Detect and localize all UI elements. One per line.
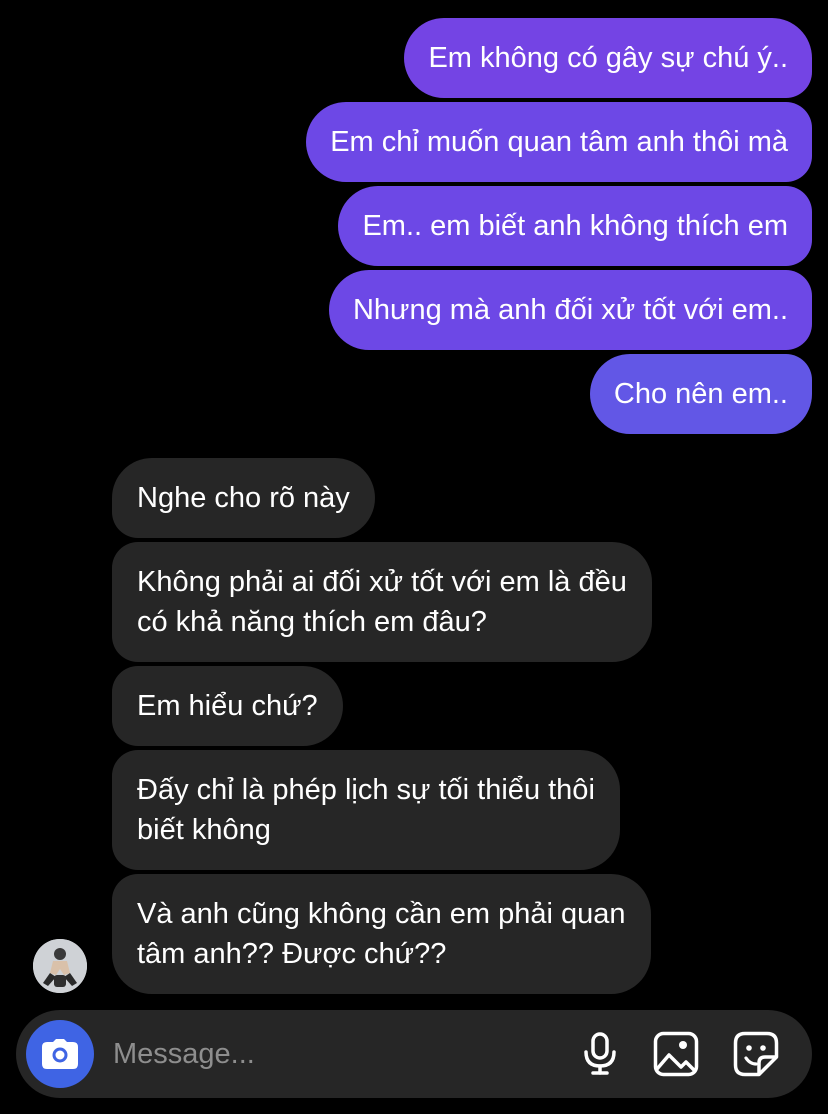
sent-message[interactable]: Em không có gây sự chú ý.. xyxy=(404,18,812,98)
sticker-button[interactable] xyxy=(732,1030,780,1078)
message-text-line: Không phải ai đối xử tốt với em là đều xyxy=(137,566,627,598)
message-text-line: tâm anh?? Được chứ?? xyxy=(137,938,447,970)
camera-icon xyxy=(42,1039,78,1069)
message-text-line: Đấy chỉ là phép lịch sự tối thiểu thôi xyxy=(137,774,595,806)
message-text: Em.. em biết anh không thích em xyxy=(362,210,788,242)
message-text-line: có khả năng thích em đâu? xyxy=(137,606,487,638)
sent-message[interactable]: Em chỉ muốn quan tâm anh thôi mà xyxy=(306,102,812,182)
message-text-line: Và anh cũng không cần em phải quan xyxy=(137,898,626,930)
message-text: Em hiểu chứ? xyxy=(137,690,318,722)
sticker-icon xyxy=(733,1031,779,1077)
sent-message[interactable]: Nhưng mà anh đối xử tốt với em.. xyxy=(328,270,812,350)
received-message[interactable]: Em hiểu chứ? xyxy=(112,666,343,746)
message-composer: Message... xyxy=(16,1010,812,1098)
camera-button[interactable] xyxy=(26,1020,94,1088)
received-message[interactable]: Và anh cũng không cần em phải quan tâm a… xyxy=(112,874,651,994)
sent-message[interactable]: Em.. em biết anh không thích em xyxy=(338,186,812,266)
received-message[interactable]: Đấy chỉ là phép lịch sự tối thiểu thôi b… xyxy=(112,750,620,870)
message-text: Em chỉ muốn quan tâm anh thôi mà xyxy=(330,126,788,158)
person-photo-icon xyxy=(33,939,87,993)
message-input[interactable]: Message... xyxy=(113,1034,255,1074)
microphone-button[interactable] xyxy=(576,1030,624,1078)
received-message[interactable]: Không phải ai đối xử tốt với em là đều c… xyxy=(112,542,652,662)
message-text: Em không có gây sự chú ý.. xyxy=(428,42,788,74)
avatar[interactable] xyxy=(33,939,87,993)
message-text: Nghe cho rõ này xyxy=(137,482,350,514)
received-message[interactable]: Nghe cho rõ này xyxy=(112,458,375,538)
message-text-line: biết không xyxy=(137,814,271,846)
sent-message[interactable]: Cho nên em.. xyxy=(589,354,812,434)
gallery-button[interactable] xyxy=(652,1030,700,1078)
message-text: Cho nên em.. xyxy=(613,378,788,410)
microphone-icon xyxy=(584,1032,616,1075)
image-gallery-icon xyxy=(653,1031,699,1077)
message-text: Nhưng mà anh đối xử tốt với em.. xyxy=(352,294,788,326)
